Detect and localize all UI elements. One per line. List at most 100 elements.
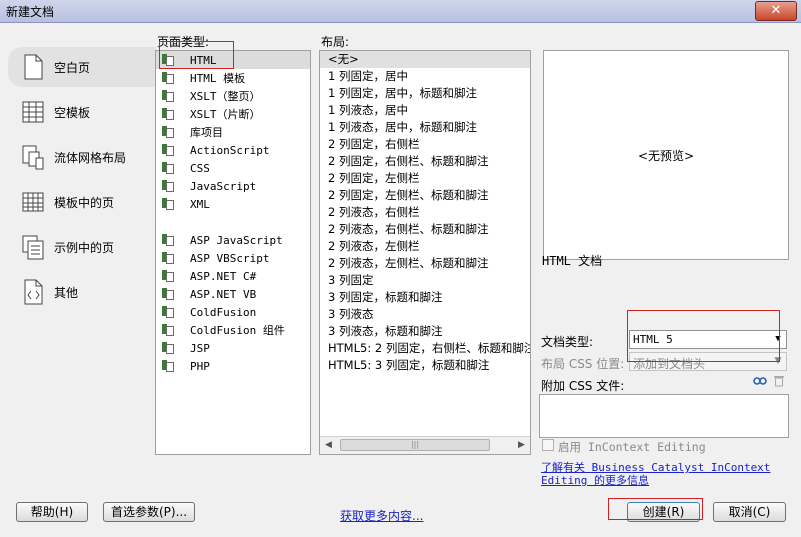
blank-template-icon — [22, 101, 44, 123]
business-catalyst-link[interactable]: 了解有关 Business Catalyst InContext Editing… — [541, 461, 777, 487]
layout-list[interactable]: <无> 1 列固定，居中 1 列固定，居中，标题和脚注 1 列液态，居中 1 列液态，居… — [319, 50, 531, 455]
page-type-item[interactable]: ASP JavaScript — [156, 231, 310, 249]
page-type-label: JSP — [190, 341, 210, 355]
page-type-label: XML — [190, 197, 210, 211]
page-type-item[interactable]: ASP.NET VB — [156, 285, 310, 303]
attach-css-list[interactable] — [539, 394, 789, 438]
nav-label: 示例中的页 — [54, 240, 115, 255]
layout-item[interactable]: HTML5: 2 列固定，右侧栏、标题和脚注 — [320, 340, 530, 357]
window-title: 新建文档 — [6, 5, 55, 19]
nav-sample-page[interactable]: 示例中的页 — [8, 227, 156, 267]
link-icon[interactable] — [753, 376, 767, 386]
highlight-box — [608, 498, 703, 520]
page-type-label: JavaScript — [190, 179, 257, 193]
other-icon — [24, 279, 43, 305]
file-type-icon — [162, 108, 174, 120]
layout-item[interactable]: 2 列液态，右侧栏、标题和脚注 — [320, 221, 530, 238]
page-type-item[interactable]: ColdFusion — [156, 303, 310, 321]
page-type-item[interactable]: CSS — [156, 159, 310, 177]
page-type-item[interactable]: XML — [156, 195, 310, 213]
preferences-button[interactable]: 首选参数(P)... — [103, 502, 195, 522]
file-type-icon — [162, 198, 174, 210]
page-type-label: ASP.NET VB — [190, 287, 257, 301]
get-more-content-link[interactable]: 获取更多内容... — [340, 507, 423, 524]
page-type-label: XSLT（整页） — [190, 90, 261, 103]
page-type-item[interactable]: XSLT（整页） — [156, 87, 310, 105]
scroll-left-icon[interactable]: ◀ — [320, 437, 337, 454]
file-type-icon — [162, 72, 174, 84]
layout-item[interactable]: 2 列固定，右侧栏 — [320, 136, 530, 153]
page-type-item[interactable]: 库项目 — [156, 123, 310, 141]
file-type-icon — [162, 162, 174, 174]
layout-item[interactable]: 3 列固定，标题和脚注 — [320, 289, 530, 306]
file-type-icon — [162, 342, 174, 354]
page-type-item[interactable]: JSP — [156, 339, 310, 357]
layout-item[interactable]: 1 列固定，居中 — [320, 68, 530, 85]
page-type-item[interactable]: ASP.NET C# — [156, 267, 310, 285]
highlight-box — [627, 310, 780, 362]
trash-icon[interactable] — [773, 374, 785, 387]
template-page-icon — [22, 192, 44, 212]
blank-page-icon — [24, 54, 43, 80]
help-button[interactable]: 帮助(H) — [16, 502, 88, 522]
nav-other[interactable]: 其他 — [8, 272, 156, 312]
layout-css-label: 布局 CSS 位置: — [541, 357, 625, 371]
nav-blank-template[interactable]: 空模板 — [8, 92, 156, 132]
layout-item[interactable]: 1 列液态，居中，标题和脚注 — [320, 119, 530, 136]
cancel-button[interactable]: 取消(C) — [713, 502, 786, 522]
layout-item[interactable]: 3 列液态 — [320, 306, 530, 323]
page-type-label: ActionScript — [190, 143, 270, 157]
layout-label: 布局: — [321, 35, 350, 49]
file-type-icon — [162, 252, 174, 264]
scroll-thumb[interactable]: ||| — [340, 439, 490, 451]
layout-item[interactable]: 1 列固定，居中，标题和脚注 — [320, 85, 530, 102]
preview-pane: <无预览> — [543, 50, 789, 260]
preview-text: <无预览> — [637, 149, 695, 163]
file-type-icon — [162, 144, 174, 156]
attach-css-label: 附加 CSS 文件: — [541, 379, 625, 393]
nav-template-page[interactable]: 模板中的页 — [8, 182, 156, 222]
highlight-box — [159, 41, 234, 69]
sample-page-icon — [22, 235, 44, 260]
file-type-icon — [162, 90, 174, 102]
file-type-icon — [162, 180, 174, 192]
page-type-item[interactable]: ActionScript — [156, 141, 310, 159]
layout-item[interactable]: 3 列液态，标题和脚注 — [320, 323, 530, 340]
layout-hscrollbar[interactable]: ◀ ||| ▶ — [320, 436, 530, 454]
page-type-label: ASP.NET C# — [190, 269, 257, 283]
page-type-item[interactable]: ColdFusion 组件 — [156, 321, 310, 339]
layout-item[interactable]: HTML5: 3 列固定，标题和脚注 — [320, 357, 530, 374]
page-type-label: HTML 模板 — [190, 72, 246, 85]
layout-item[interactable]: 2 列固定，左侧栏 — [320, 170, 530, 187]
nav-label: 空模板 — [54, 105, 91, 120]
nav-label: 流体网格布局 — [54, 150, 127, 165]
page-type-item[interactable]: ASP VBScript — [156, 249, 310, 267]
layout-item[interactable]: 2 列液态，左侧栏 — [320, 238, 530, 255]
page-type-item[interactable]: PHP — [156, 357, 310, 375]
page-type-item[interactable]: XSLT（片断） — [156, 105, 310, 123]
layout-item[interactable]: 2 列固定，左侧栏、标题和脚注 — [320, 187, 530, 204]
page-type-label: PHP — [190, 359, 210, 373]
layout-item[interactable]: 2 列液态，左侧栏、标题和脚注 — [320, 255, 530, 272]
page-type-label: 库项目 — [190, 126, 223, 139]
page-type-item[interactable]: JavaScript — [156, 177, 310, 195]
close-button[interactable]: ✕ — [755, 1, 797, 21]
page-type-item[interactable]: HTML 模板 — [156, 69, 310, 87]
layout-item[interactable]: 2 列固定，右侧栏、标题和脚注 — [320, 153, 530, 170]
nav-fluid-grid[interactable]: 流体网格布局 — [8, 137, 156, 177]
file-type-icon — [162, 288, 174, 300]
layout-item[interactable]: <无> — [320, 51, 530, 68]
incontext-checkbox[interactable] — [542, 439, 554, 451]
scroll-right-icon[interactable]: ▶ — [513, 437, 530, 454]
page-type-list[interactable]: HTML HTML 模板 XSLT（整页） XSLT（片断） 库项目 ActionScri… — [155, 50, 311, 455]
new-document-dialog: 空白页 空模板 流体网格布局 模板中的页 示例中的页 其他 页面类型: HTML… — [0, 23, 801, 537]
layout-item[interactable]: 3 列固定 — [320, 272, 530, 289]
file-type-icon — [162, 270, 174, 282]
layout-item[interactable]: 1 列液态，居中 — [320, 102, 530, 119]
doc-description: HTML 文档 — [542, 254, 603, 268]
category-nav: 空白页 空模板 流体网格布局 模板中的页 示例中的页 其他 — [8, 47, 156, 317]
layout-item[interactable]: 2 列液态，右侧栏 — [320, 204, 530, 221]
nav-blank-page[interactable]: 空白页 — [8, 47, 156, 87]
nav-label: 模板中的页 — [54, 195, 115, 210]
